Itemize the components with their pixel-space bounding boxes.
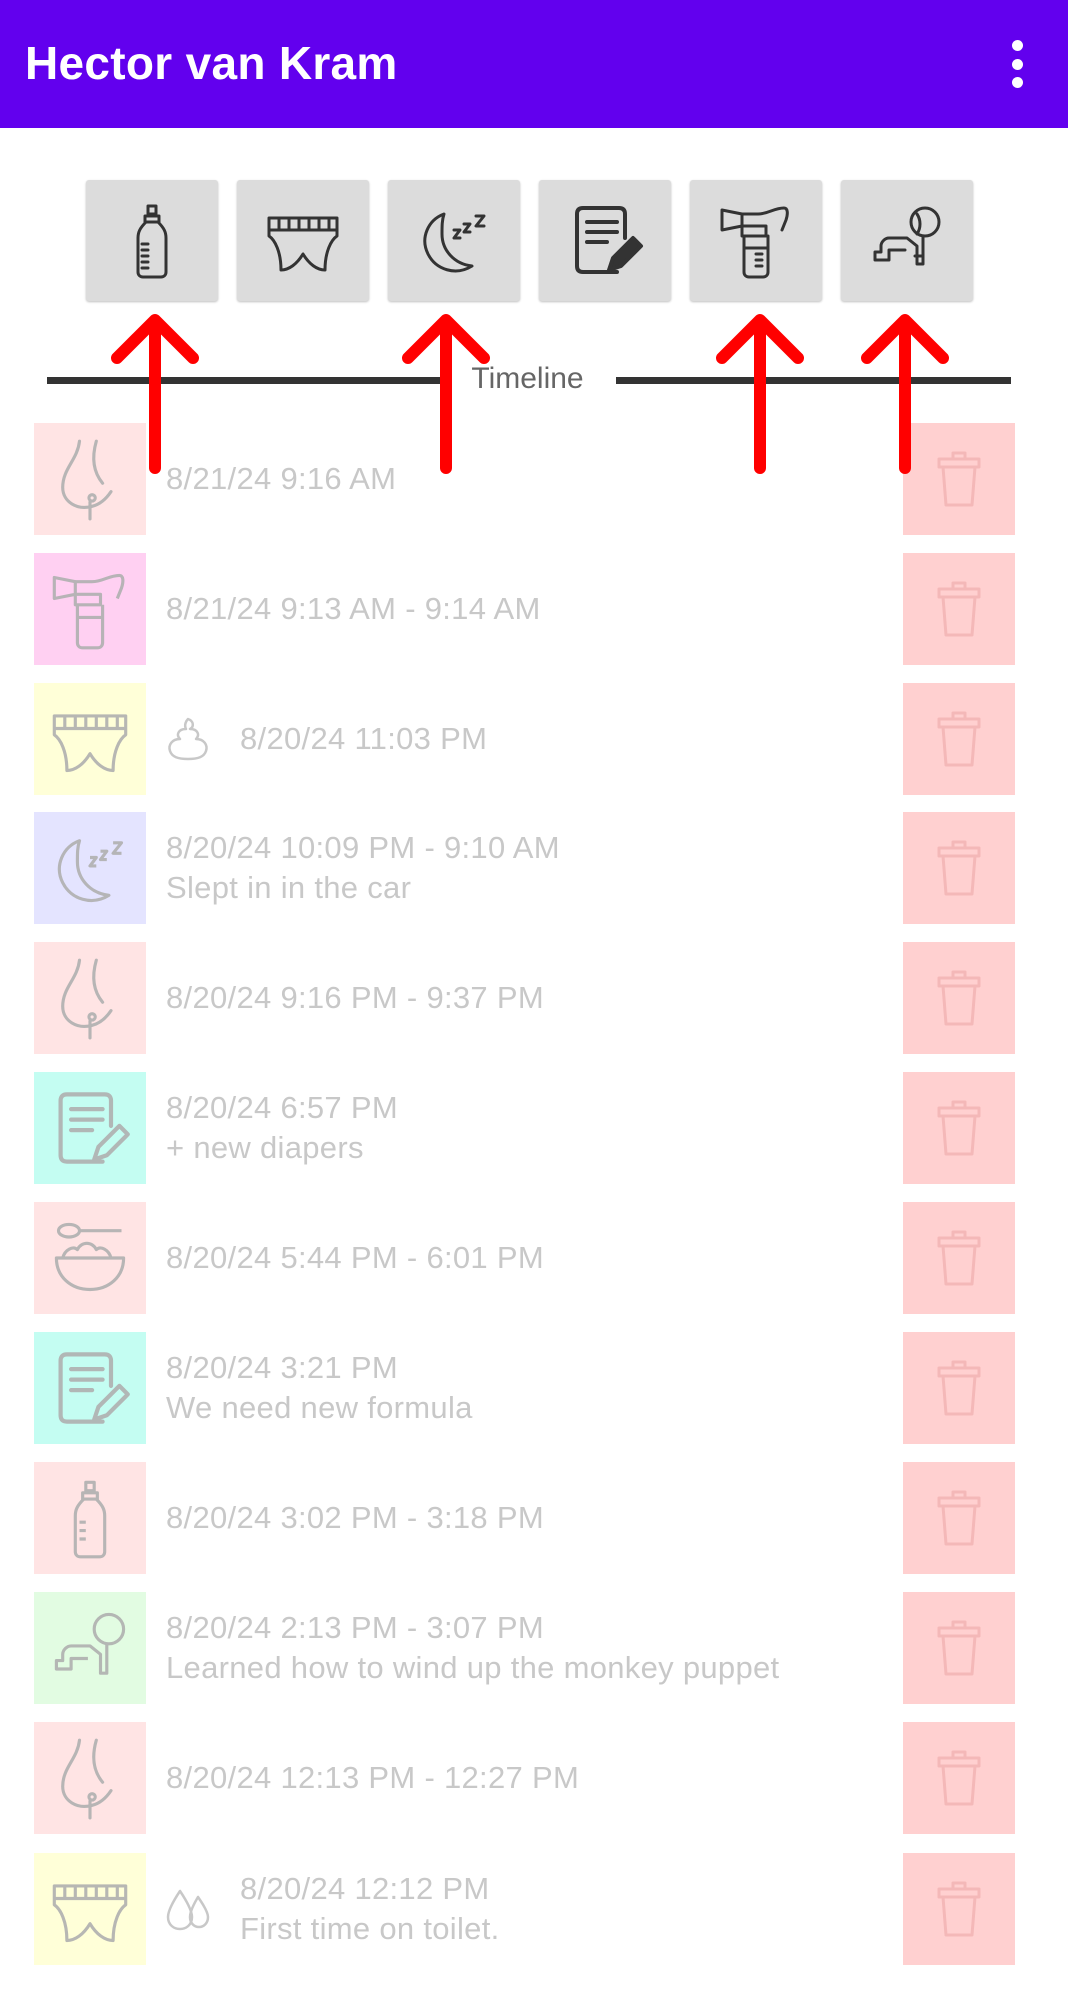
timeline-entry[interactable]: 8/20/24 9:16 PM - 9:37 PM: [0, 942, 1080, 1054]
entry-text: 8/21/24 9:16 AM: [166, 423, 396, 535]
breastfeed-icon: [34, 1722, 146, 1834]
entry-datetime: 8/20/24 10:09 PM - 9:10 AM: [166, 830, 560, 865]
entry-text: 8/20/24 9:16 PM - 9:37 PM: [166, 942, 544, 1054]
pump-icon: [34, 553, 146, 665]
note-icon: [34, 1332, 146, 1444]
timeline-entry[interactable]: 8/21/24 9:13 AM - 9:14 AM: [0, 553, 1080, 665]
entry-note: Slept in in the car: [166, 870, 412, 905]
delete-entry-button[interactable]: [903, 942, 1015, 1054]
delete-entry-button[interactable]: [903, 1072, 1015, 1184]
entry-note: We need new formula: [166, 1390, 473, 1425]
breast-pump-icon: [720, 206, 789, 279]
baby-bottle-icon: [136, 204, 168, 279]
entry-note: First time on toilet.: [240, 1911, 500, 1946]
pee-drops-icon: [160, 1881, 216, 1937]
entry-text: 8/20/24 2:13 PM - 3:07 PM Learned how to …: [166, 1592, 779, 1704]
timeline-divider-left: [47, 377, 442, 384]
add-activity-button[interactable]: [841, 180, 973, 301]
breastfeed-icon: [34, 423, 146, 535]
poop-icon: [160, 711, 216, 767]
diaper-icon: [267, 216, 339, 272]
entry-datetime: 8/20/24 5:44 PM - 6:01 PM: [166, 1240, 544, 1275]
delete-entry-button[interactable]: [903, 1332, 1015, 1444]
entry-datetime: 8/20/24 2:13 PM - 3:07 PM: [166, 1610, 544, 1645]
entry-datetime: 8/20/24 3:02 PM - 3:18 PM: [166, 1500, 544, 1535]
timeline-entry[interactable]: 8/20/24 5:44 PM - 6:01 PM: [0, 1202, 1080, 1314]
diaper-icon: [34, 1853, 146, 1965]
entry-datetime: 8/20/24 11:03 PM: [240, 721, 488, 756]
timeline-entry[interactable]: 8/20/24 12:12 PM First time on toilet.: [0, 1853, 1080, 1965]
bottle-icon: [34, 1462, 146, 1574]
entry-text: 8/20/24 3:21 PM We need new formula: [166, 1332, 473, 1444]
entry-datetime: 8/20/24 12:12 PM: [240, 1871, 490, 1906]
add-pump-button[interactable]: [690, 180, 822, 301]
delete-entry-button[interactable]: [903, 1462, 1015, 1574]
entry-text: 8/20/24 12:12 PM First time on toilet.: [240, 1853, 500, 1965]
entry-text: 8/21/24 9:13 AM - 9:14 AM: [166, 553, 541, 665]
delete-entry-button[interactable]: [903, 1202, 1015, 1314]
entry-datetime: 8/20/24 3:21 PM: [166, 1350, 398, 1385]
activity-icon: [34, 1592, 146, 1704]
solid-food-icon: [34, 1202, 146, 1314]
entry-text: 8/20/24 5:44 PM - 6:01 PM: [166, 1202, 544, 1314]
timeline-entry[interactable]: 8/20/24 2:13 PM - 3:07 PM Learned how to …: [0, 1592, 1080, 1704]
delete-entry-button[interactable]: [903, 553, 1015, 665]
quick-add-toolbar: [0, 0, 1080, 310]
delete-entry-button[interactable]: [903, 423, 1015, 535]
entry-note: Learned how to wind up the monkey puppet: [166, 1650, 780, 1685]
crawling-baby-icon: [873, 206, 941, 266]
timeline-entry[interactable]: 8/20/24 6:57 PM + new diapers: [0, 1072, 1080, 1184]
delete-entry-button[interactable]: [903, 683, 1015, 795]
entry-text: 8/20/24 6:57 PM + new diapers: [166, 1072, 398, 1184]
timeline-entry[interactable]: 8/20/24 12:13 PM - 12:27 PM: [0, 1722, 1080, 1834]
timeline-entry[interactable]: 8/20/24 3:02 PM - 3:18 PM: [0, 1462, 1080, 1574]
add-bottle-button[interactable]: [86, 180, 218, 301]
note-icon: [575, 206, 643, 274]
sleep-moon-icon: [423, 212, 486, 273]
sleep-icon: [34, 812, 146, 924]
entry-datetime: 8/21/24 9:13 AM - 9:14 AM: [166, 591, 541, 626]
diaper-icon: [34, 683, 146, 795]
add-note-button[interactable]: [539, 180, 671, 301]
delete-entry-button[interactable]: [903, 1853, 1015, 1965]
add-sleep-button[interactable]: [388, 180, 520, 301]
timeline-entry[interactable]: 8/21/24 9:16 AM: [0, 423, 1080, 535]
entry-datetime: 8/20/24 6:57 PM: [166, 1090, 398, 1125]
entry-text: 8/20/24 11:03 PM: [240, 683, 487, 795]
entry-note: + new diapers: [166, 1130, 364, 1165]
entry-text: 8/20/24 3:02 PM - 3:18 PM: [166, 1462, 544, 1574]
entry-text: 8/20/24 12:13 PM - 12:27 PM: [166, 1722, 579, 1834]
add-diaper-button[interactable]: [237, 180, 369, 301]
entry-datetime: 8/21/24 9:16 AM: [166, 461, 397, 496]
delete-entry-button[interactable]: [903, 812, 1015, 924]
entry-text: 8/20/24 10:09 PM - 9:10 AM Slept in in th…: [166, 812, 560, 924]
breastfeed-icon: [34, 942, 146, 1054]
delete-entry-button[interactable]: [903, 1592, 1015, 1704]
entry-datetime: 8/20/24 12:13 PM - 12:27 PM: [166, 1760, 580, 1795]
timeline-entry[interactable]: 8/20/24 11:03 PM: [0, 683, 1080, 795]
delete-entry-button[interactable]: [903, 1722, 1015, 1834]
timeline-label: Timeline: [471, 362, 584, 395]
note-icon: [34, 1072, 146, 1184]
timeline-entry[interactable]: 8/20/24 10:09 PM - 9:10 AM Slept in in th…: [0, 812, 1080, 924]
entry-datetime: 8/20/24 9:16 PM - 9:37 PM: [166, 980, 544, 1015]
timeline-entry[interactable]: 8/20/24 3:21 PM We need new formula: [0, 1332, 1080, 1444]
timeline-divider-right: [616, 377, 1011, 384]
